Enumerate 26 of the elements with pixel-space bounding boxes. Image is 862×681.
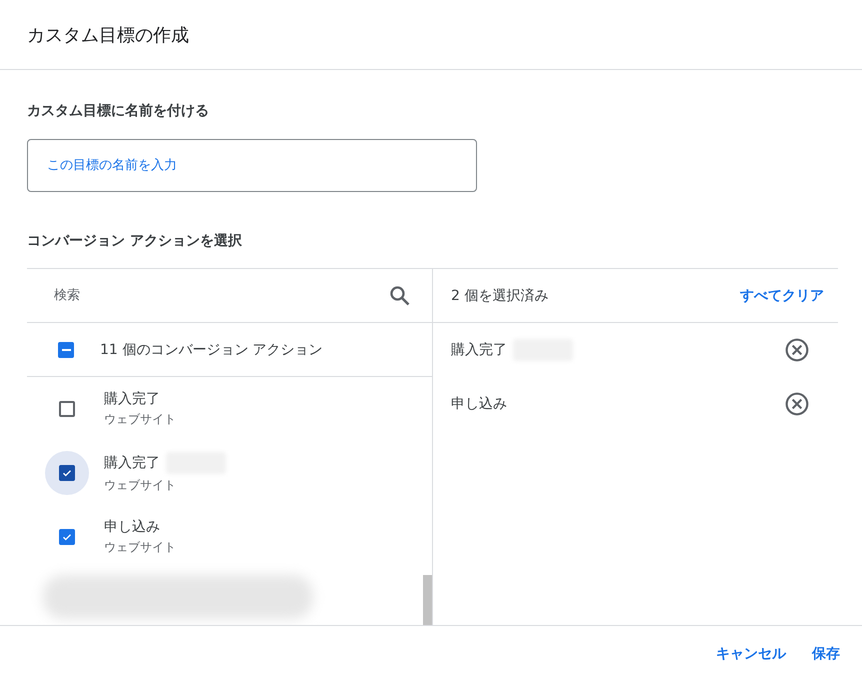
action-name: 購入完了 — [104, 454, 160, 472]
checkbox[interactable] — [59, 465, 75, 481]
action-name: 購入完了 — [104, 390, 160, 408]
selected-count: 2 個を選択済み — [451, 286, 548, 304]
name-input-field[interactable]: この目標の名前を入力 — [27, 139, 477, 192]
selected-action-name: 申し込み — [451, 395, 507, 413]
checkbox[interactable] — [58, 342, 74, 358]
checkbox[interactable] — [59, 529, 75, 545]
section-heading: カスタム目標に名前を付ける — [27, 102, 210, 120]
action-name: 申し込み — [104, 518, 160, 536]
checkbox[interactable] — [59, 401, 75, 417]
remove-icon[interactable] — [784, 337, 810, 363]
selected-action-name: 購入完了 — [451, 341, 507, 359]
remove-icon[interactable] — [784, 391, 810, 417]
action-type: ウェブサイト — [104, 411, 176, 428]
dialog-title: カスタム目標の作成 — [27, 24, 189, 46]
clear-all-link[interactable]: すべてクリア — [740, 286, 824, 304]
action-type: ウェブサイト — [104, 477, 177, 494]
dialog-button[interactable]: 保存 — [804, 636, 848, 670]
dash-icon — [62, 348, 70, 350]
list-header-label: 11 個のコンバージョン アクション — [100, 340, 323, 358]
search-icon[interactable] — [388, 284, 412, 308]
section-heading: コンバージョン アクションを選択 — [27, 232, 243, 250]
scrollbar-thumb[interactable] — [423, 575, 432, 625]
action-type: ウェブサイト — [104, 539, 176, 556]
dialog-button[interactable]: キャンセル — [708, 636, 794, 670]
